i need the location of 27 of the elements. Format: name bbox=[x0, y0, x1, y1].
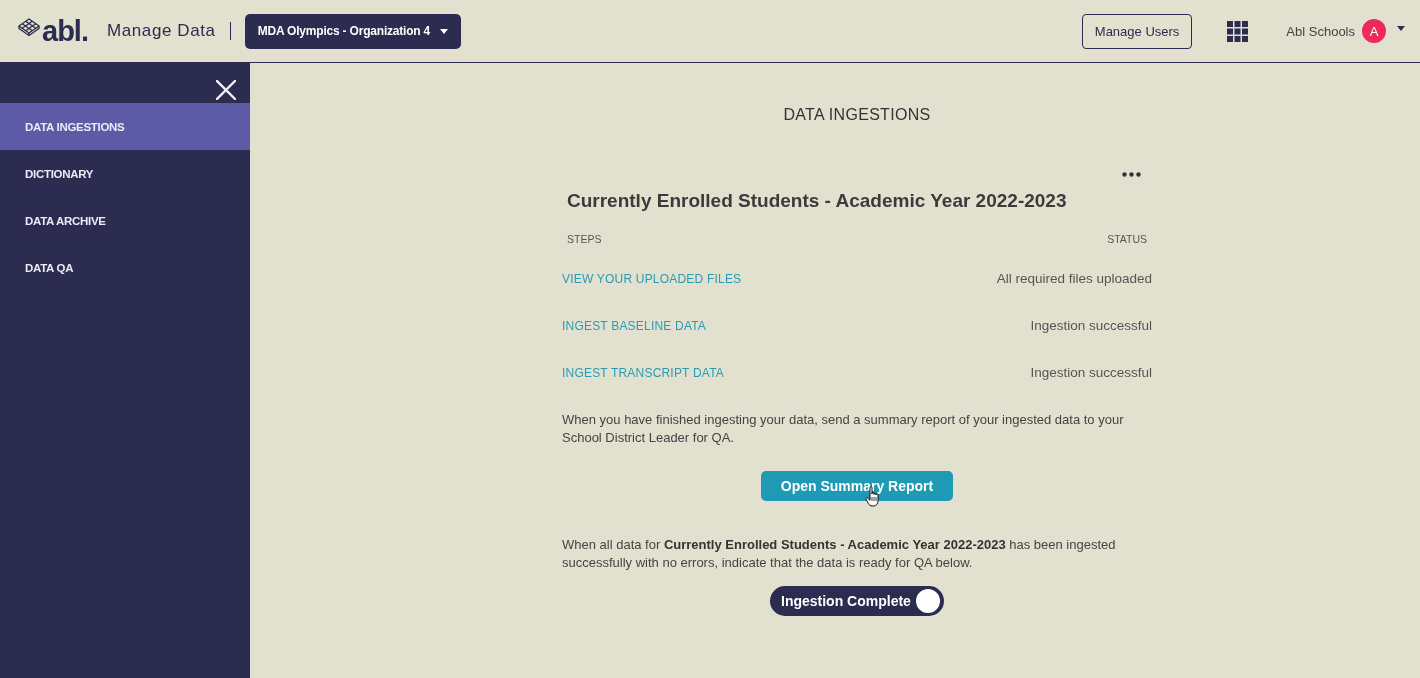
toggle-knob-icon bbox=[914, 587, 942, 615]
app-title: Manage Data bbox=[106, 21, 216, 41]
sidebar-item[interactable]: DATA QA bbox=[0, 244, 250, 291]
logo-text: abl. bbox=[42, 16, 88, 46]
page-title: DATA INGESTIONS bbox=[783, 106, 931, 124]
close-icon[interactable] bbox=[216, 80, 236, 100]
column-header: STEPS bbox=[567, 232, 602, 246]
avatar[interactable]: A bbox=[1362, 19, 1386, 43]
card-title: Currently Enrolled Students - Academic Year 2022-2023 bbox=[566, 189, 1068, 213]
caret-down-icon bbox=[440, 28, 449, 34]
column-header: STATUS bbox=[1107, 232, 1147, 246]
more-options-icon[interactable] bbox=[1122, 172, 1141, 177]
step-status: All required files uploaded bbox=[996, 271, 1152, 286]
organization-dropdown[interactable]: MDA Olympics - Organization 4 bbox=[244, 13, 462, 49]
sidebar-item[interactable]: DATA INGESTIONS bbox=[0, 103, 250, 150]
sidebar-item[interactable]: DICTIONARY bbox=[0, 150, 250, 197]
sidebar-item[interactable]: DATA ARCHIVE bbox=[0, 197, 250, 244]
manage-users-button[interactable]: Manage Users bbox=[1081, 13, 1193, 49]
ingestion-complete-toggle[interactable]: Ingestion Complete bbox=[770, 586, 944, 616]
account-name[interactable]: Abl Schools bbox=[1286, 23, 1355, 39]
grid-tile-icon bbox=[18, 18, 40, 38]
instructions-text: When all data for Currently Enrolled Students - Academic Year 2022-2023 has been ingested successfully with no errors, indicate that the data is ready for QA below. bbox=[562, 536, 1117, 571]
step-status: Ingestion successful bbox=[1030, 365, 1152, 380]
step-status: Ingestion successful bbox=[1030, 318, 1152, 333]
instructions-text: When you have finished ingesting your data, send a summary report of your ingested data to your School District Leader for QA. bbox=[562, 411, 1125, 446]
caret-down-icon[interactable] bbox=[1397, 25, 1405, 31]
apps-grid-icon[interactable] bbox=[1227, 20, 1249, 42]
